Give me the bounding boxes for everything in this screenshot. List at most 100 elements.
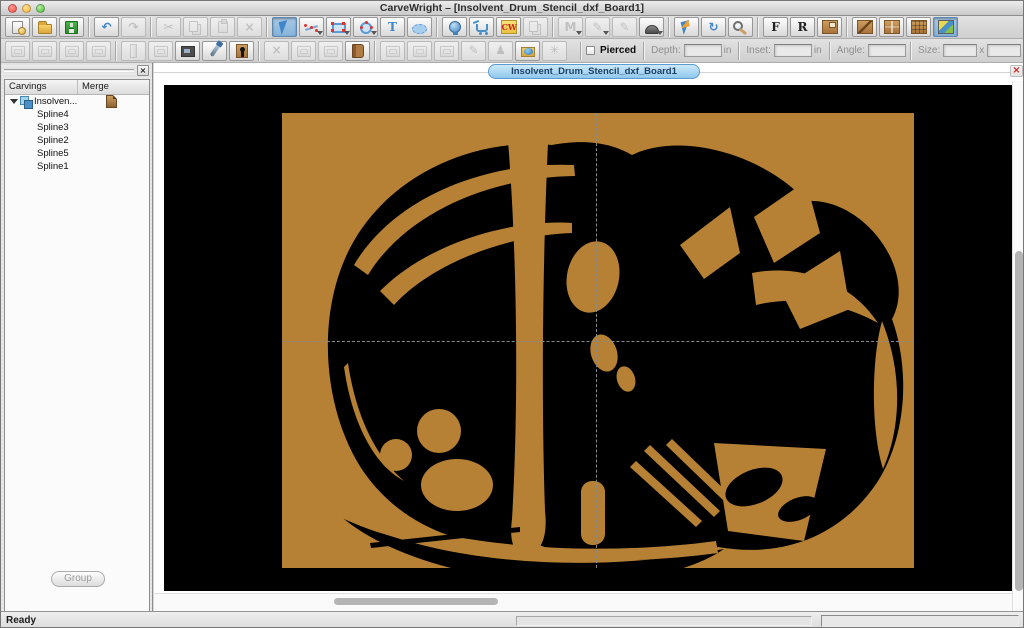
quill-tool-dropdown-icon[interactable]: [603, 31, 609, 35]
board-tool-5-button[interactable]: [148, 41, 173, 61]
board-tool-6-button[interactable]: [291, 41, 316, 61]
pattern-book-button[interactable]: [345, 41, 370, 61]
angle-label: Angle:: [837, 45, 865, 56]
texture-grid-icon: [911, 20, 927, 34]
inset-input[interactable]: [774, 44, 812, 57]
keyhole-tool-button[interactable]: [229, 41, 254, 61]
board-tool-9-button[interactable]: [407, 41, 432, 61]
document-tab[interactable]: Insolvent_Drum_Stencil_dxf_Board1: [488, 64, 700, 79]
angle-input[interactable]: [868, 44, 906, 57]
rotate-button[interactable]: [701, 17, 726, 37]
column-header-carvings[interactable]: Carvings: [5, 80, 78, 94]
carve-properties-bar: PiercedDepth:inInset:inAngle:Size:xinCon…: [576, 42, 1024, 60]
rect-tool-button[interactable]: [326, 17, 351, 37]
rear-face-button[interactable]: [790, 17, 815, 37]
panel-splitter[interactable]: [4, 69, 134, 72]
layout-view-icon: [938, 20, 954, 34]
pattern-library-icon: [449, 21, 461, 33]
sculpt-tool-button[interactable]: [488, 41, 513, 61]
column-header-merge[interactable]: Merge: [78, 80, 149, 94]
board-tool-1-button[interactable]: [5, 41, 30, 61]
select-move-button[interactable]: [674, 17, 699, 37]
preview-tool-button[interactable]: [175, 41, 200, 61]
depth-input[interactable]: [684, 44, 722, 57]
duplicate-button[interactable]: [523, 17, 548, 37]
ellipse-tool-button[interactable]: [353, 17, 378, 37]
quill-tool-button[interactable]: [585, 17, 610, 37]
drill-tool-button[interactable]: [202, 41, 227, 61]
redo-button[interactable]: [121, 17, 146, 37]
delete-button[interactable]: [237, 17, 262, 37]
rect-tool-dropdown-icon[interactable]: [344, 31, 350, 35]
vertical-scrollbar-thumb[interactable]: [1015, 251, 1023, 591]
cut-button[interactable]: [156, 17, 181, 37]
text-tool-button[interactable]: [380, 17, 405, 37]
save-button[interactable]: [59, 17, 84, 37]
merge-board-icon[interactable]: [106, 95, 117, 108]
tree-item-spline1[interactable]: Spline1: [5, 160, 149, 173]
carving-tree: Carvings Merge Insolven...Spline4Spline3…: [4, 79, 150, 628]
size-height-input[interactable]: [987, 44, 1021, 57]
zoom-button[interactable]: [728, 17, 753, 37]
open-button[interactable]: [32, 17, 57, 37]
board-tool-5-icon: [154, 46, 168, 57]
preview-tool-icon: [181, 46, 195, 57]
rear-face-icon: [795, 20, 811, 35]
dome-tool-dropdown-icon[interactable]: [657, 31, 663, 35]
vertical-scrollbar[interactable]: [1012, 81, 1024, 611]
draw-pen-icon: [466, 43, 482, 58]
ellipse-tool-dropdown-icon[interactable]: [371, 31, 377, 35]
copy-button[interactable]: [183, 17, 208, 37]
node-edit-button[interactable]: [299, 17, 324, 37]
undo-button[interactable]: [94, 17, 119, 37]
pattern-library-button[interactable]: [442, 17, 467, 37]
scan-folder-button[interactable]: [515, 41, 540, 61]
carve-region-button[interactable]: [407, 17, 432, 37]
fan-tool-button[interactable]: [542, 41, 567, 61]
paste-button[interactable]: [210, 17, 235, 37]
feather-tool-button[interactable]: [612, 17, 637, 37]
new-button[interactable]: [5, 17, 30, 37]
size-width-input[interactable]: [943, 44, 977, 57]
layout-view-button[interactable]: [933, 17, 958, 37]
inset-unit-label: in: [814, 45, 822, 56]
board-black-area[interactable]: [164, 85, 1012, 591]
toolbar-separator: [115, 41, 117, 61]
store-cart-button[interactable]: [469, 17, 494, 37]
texture-diagonal-button[interactable]: [852, 17, 877, 37]
clamp-tool-button[interactable]: [121, 41, 146, 61]
board-settings-button[interactable]: [817, 17, 842, 37]
panel-close-icon[interactable]: ×: [137, 65, 149, 76]
horizontal-scrollbar[interactable]: [154, 593, 1012, 611]
dome-tool-button[interactable]: [639, 17, 664, 37]
board-tool-2-button[interactable]: [32, 41, 57, 61]
carve-surface[interactable]: [282, 113, 914, 568]
board-tool-4-button[interactable]: [86, 41, 111, 61]
front-face-button[interactable]: [763, 17, 788, 37]
tree-item-spline3[interactable]: Spline3: [5, 121, 149, 134]
group-button[interactable]: Group: [51, 571, 105, 587]
board-tool-8-button[interactable]: [380, 41, 405, 61]
draw-pen-button[interactable]: [461, 41, 486, 61]
tree-item-spline2[interactable]: Spline2: [5, 134, 149, 147]
board-close-icon[interactable]: ×: [1010, 65, 1023, 77]
cw-store-button[interactable]: [496, 17, 521, 37]
board-tool-7-button[interactable]: [318, 41, 343, 61]
tree-item-spline5[interactable]: Spline5: [5, 147, 149, 160]
tree-root-item[interactable]: Insolven...: [5, 95, 149, 108]
disclosure-triangle-icon[interactable]: [10, 99, 18, 104]
outline-tool-button[interactable]: [558, 17, 583, 37]
node-edit-dropdown-icon[interactable]: [317, 31, 323, 35]
texture-crosshair-button[interactable]: [879, 17, 904, 37]
cross-tool-button[interactable]: [264, 41, 289, 61]
board-tool-3-button[interactable]: [59, 41, 84, 61]
outline-tool-dropdown-icon[interactable]: [576, 31, 582, 35]
tree-item-label: Spline3: [37, 122, 69, 133]
ellipse-tool-icon: [360, 22, 372, 34]
pierced-checkbox[interactable]: [586, 46, 595, 55]
tree-item-spline4[interactable]: Spline4: [5, 108, 149, 121]
board-tool-10-button[interactable]: [434, 41, 459, 61]
texture-grid-button[interactable]: [906, 17, 931, 37]
horizontal-scrollbar-thumb[interactable]: [334, 598, 498, 605]
select-button[interactable]: [272, 17, 297, 37]
